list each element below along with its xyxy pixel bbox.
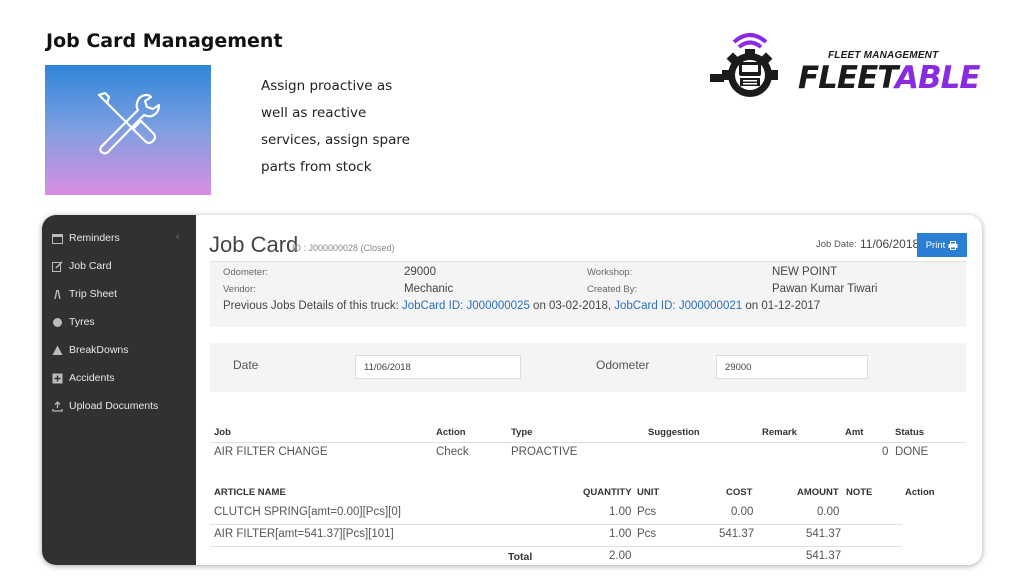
- previous-job-date-2: on 01-12-2017: [745, 300, 821, 312]
- circle-icon: [52, 317, 63, 328]
- date-odometer-form: Date 11/06/2018 Odometer 29000: [210, 343, 966, 392]
- job-date-value: 11/06/2018: [860, 237, 920, 251]
- sidebar-item-breakdowns[interactable]: BreakDowns: [52, 341, 129, 359]
- sidebar-item-tyres[interactable]: Tyres: [52, 313, 95, 331]
- printer-icon: [948, 240, 958, 250]
- slide-title: Job Card Management: [46, 30, 283, 52]
- upload-icon: [52, 400, 63, 412]
- date-input[interactable]: 11/06/2018: [355, 355, 521, 379]
- col-header-action: Action: [436, 427, 466, 438]
- workshop-value: NEW POINT: [772, 266, 838, 278]
- odometer-value: 29000: [404, 266, 436, 278]
- col-header-cost: COST: [726, 487, 753, 498]
- feature-description: Assign proactive as well as reactive ser…: [261, 78, 410, 175]
- sidebar-item-label: Accidents: [69, 372, 115, 384]
- plus-square-icon: [52, 373, 63, 384]
- workshop-label: Workshop:: [587, 267, 633, 278]
- logo-word-dark: FLEET: [798, 60, 896, 96]
- col-header-article-name: ARTICLE NAME: [214, 487, 286, 498]
- date-label: Date: [233, 358, 259, 372]
- previous-job-date-1: on 03-02-2018,: [533, 300, 612, 312]
- calendar-icon: [52, 233, 63, 244]
- cost-cell: 0.00: [731, 506, 754, 518]
- main-content: Job Card ID : J000000028 (Closed) Job Da…: [196, 215, 982, 565]
- amt-cell: 0: [882, 446, 889, 458]
- sidebar-item-label: Trip Sheet: [69, 288, 118, 300]
- print-button[interactable]: Print: [917, 233, 967, 257]
- logo-word-accent: ABLE: [895, 60, 981, 96]
- type-cell: PROACTIVE: [511, 446, 578, 458]
- job-info-panel: Odometer: 29000 Workshop: NEW POINT Vend…: [210, 261, 966, 327]
- feature-tile: [45, 65, 211, 195]
- col-header-job: Job: [214, 427, 231, 438]
- sidebar-item-upload-documents[interactable]: Upload Documents: [52, 397, 158, 415]
- col-header-amt: Amt: [845, 427, 864, 438]
- page-title: Job Card: [209, 232, 299, 257]
- total-label: Total: [508, 551, 533, 563]
- previous-jobs: Previous Jobs Details of this truck: Job…: [223, 300, 820, 312]
- app-screenshot: Reminders ‹ Job Card Trip Sheet Tyres Br…: [42, 215, 982, 565]
- unit-cell: Pcs: [637, 528, 657, 540]
- col-header-suggestion: Suggestion: [648, 427, 700, 438]
- col-header-amount: AMOUNT: [797, 487, 839, 498]
- chevron-left-icon[interactable]: ‹: [176, 231, 180, 243]
- total-quantity: 2.00: [609, 550, 632, 562]
- print-button-label: Print: [925, 239, 946, 251]
- edit-icon: [52, 260, 63, 272]
- vendor-value: Mechanic: [404, 283, 454, 295]
- road-icon: [52, 289, 63, 300]
- quantity-cell: 1.00: [609, 528, 632, 540]
- previous-job-link-1[interactable]: JobCard ID: J000000025: [402, 300, 530, 312]
- previous-jobs-label: Previous Jobs Details of this truck:: [223, 300, 399, 312]
- tools-icon: [97, 91, 161, 155]
- sidebar-item-accidents[interactable]: Accidents: [52, 369, 115, 387]
- sidebar-item-label: BreakDowns: [69, 344, 129, 356]
- logo-wordmark: FLEETABLE: [798, 59, 981, 97]
- previous-job-link-2[interactable]: JobCard ID: J000000021: [614, 300, 742, 312]
- col-header-type: Type: [511, 427, 533, 438]
- unit-cell: Pcs: [637, 506, 657, 518]
- col-header-remark: Remark: [762, 427, 797, 438]
- truck-gear-icon: [710, 33, 778, 97]
- job-date-label: Job Date:: [816, 239, 857, 250]
- odometer-label: Odometer:: [223, 267, 268, 278]
- odometer-label: Odometer: [596, 358, 650, 372]
- sidebar-item-label: Upload Documents: [69, 400, 159, 412]
- sidebar-item-label: Tyres: [69, 316, 95, 328]
- sidebar-item-trip-sheet[interactable]: Trip Sheet: [52, 285, 117, 303]
- col-header-quantity: QUANTITY: [583, 487, 632, 498]
- fleetable-logo: FLEET MANAGEMENT FLEETABLE: [700, 30, 981, 100]
- created-by-label: Created By:: [587, 284, 638, 295]
- job-card-id: ID : J000000028 (Closed): [292, 243, 395, 253]
- quantity-cell: 1.00: [609, 506, 632, 518]
- status-cell: DONE: [895, 446, 929, 458]
- table-divider: [210, 524, 902, 525]
- odometer-input[interactable]: 29000: [716, 355, 868, 379]
- sidebar: Reminders ‹ Job Card Trip Sheet Tyres Br…: [42, 215, 196, 565]
- warning-icon: [52, 345, 63, 356]
- article-name-cell: CLUTCH SPRING[amt=0.00][Pcs][0]: [214, 506, 401, 518]
- vendor-label: Vendor:: [223, 284, 256, 295]
- col-header-action: Action: [905, 487, 935, 498]
- table-divider: [210, 546, 902, 547]
- action-cell: Check: [436, 446, 469, 458]
- col-header-status: Status: [895, 427, 925, 438]
- total-amount: 541.37: [806, 550, 842, 562]
- article-name-cell: AIR FILTER[amt=541.37][Pcs][101]: [214, 528, 394, 540]
- col-header-note: NOTE: [846, 487, 873, 498]
- sidebar-item-label: Job Card: [69, 260, 112, 272]
- sidebar-item-job-card[interactable]: Job Card: [52, 257, 112, 275]
- col-header-unit: UNIT: [637, 487, 660, 498]
- sidebar-item-label: Reminders: [69, 232, 120, 244]
- cost-cell: 541.37: [719, 528, 755, 540]
- table-divider: [210, 442, 966, 443]
- amount-cell: 541.37: [806, 528, 842, 540]
- job-cell: AIR FILTER CHANGE: [214, 446, 328, 458]
- created-by-value: Pawan Kumar Tiwari: [772, 283, 878, 295]
- sidebar-item-reminders[interactable]: Reminders: [52, 229, 120, 247]
- amount-cell: 0.00: [817, 506, 840, 518]
